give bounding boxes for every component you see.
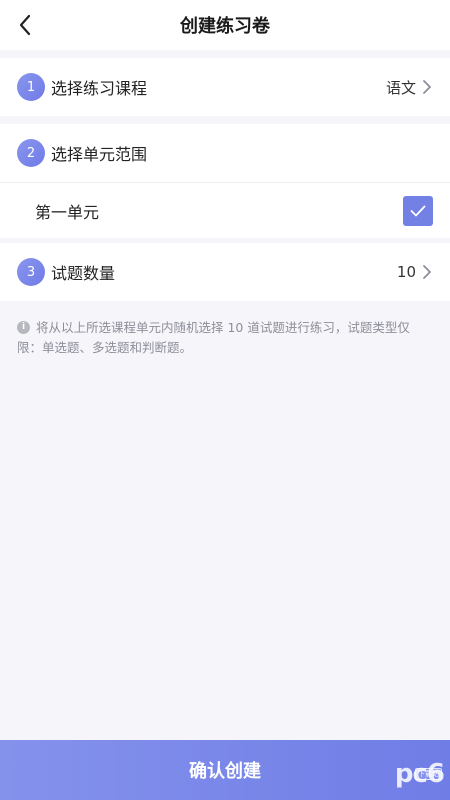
chevron-left-icon xyxy=(19,14,31,36)
chevron-right-icon xyxy=(422,264,432,280)
info-note-text: 将从以上所选课程单元内随机选择 10 道试题进行练习，试题类型仅限：单选题、多选… xyxy=(17,320,410,355)
unit-range-card: 2 选择单元范围 第一单元 xyxy=(0,124,450,238)
course-card: 1 选择练习课程 语文 xyxy=(0,58,450,116)
back-button[interactable] xyxy=(10,10,40,40)
select-unit-range-label: 选择单元范围 xyxy=(51,145,148,164)
unit-item-label: 第一单元 xyxy=(35,202,100,222)
question-count-label: 试题数量 xyxy=(51,264,116,283)
question-count-row[interactable]: 3 试题数量 10 xyxy=(0,243,450,301)
watermark-sub: 下载站 xyxy=(415,768,442,780)
unit-item[interactable]: 第一单元 xyxy=(0,183,450,238)
question-count-value: 10 xyxy=(396,263,416,281)
select-unit-range-row: 2 选择单元范围 xyxy=(0,124,450,182)
info-note: 将从以上所选课程单元内随机选择 10 道试题进行练习，试题类型仅限：单选题、多选… xyxy=(17,318,433,358)
page-title: 创建练习卷 xyxy=(180,16,270,37)
selected-course-value: 语文 xyxy=(385,78,416,97)
chevron-right-icon xyxy=(422,79,432,95)
watermark-logo: pc6 下载站 xyxy=(364,754,445,794)
select-course-row[interactable]: 1 选择练习课程 语文 xyxy=(0,58,450,116)
step-number-badge: 1 xyxy=(17,73,45,101)
check-icon xyxy=(410,205,426,216)
top-bar: 创建练习卷 xyxy=(0,0,450,50)
info-icon xyxy=(17,321,30,334)
unit-checkbox[interactable] xyxy=(403,195,433,226)
confirm-create-label: 确认创建 xyxy=(189,761,261,782)
question-count-card: 3 试题数量 10 xyxy=(0,243,450,301)
step-number-badge: 2 xyxy=(17,139,45,167)
select-course-label: 选择练习课程 xyxy=(51,79,148,98)
step-number-badge: 3 xyxy=(17,258,45,286)
